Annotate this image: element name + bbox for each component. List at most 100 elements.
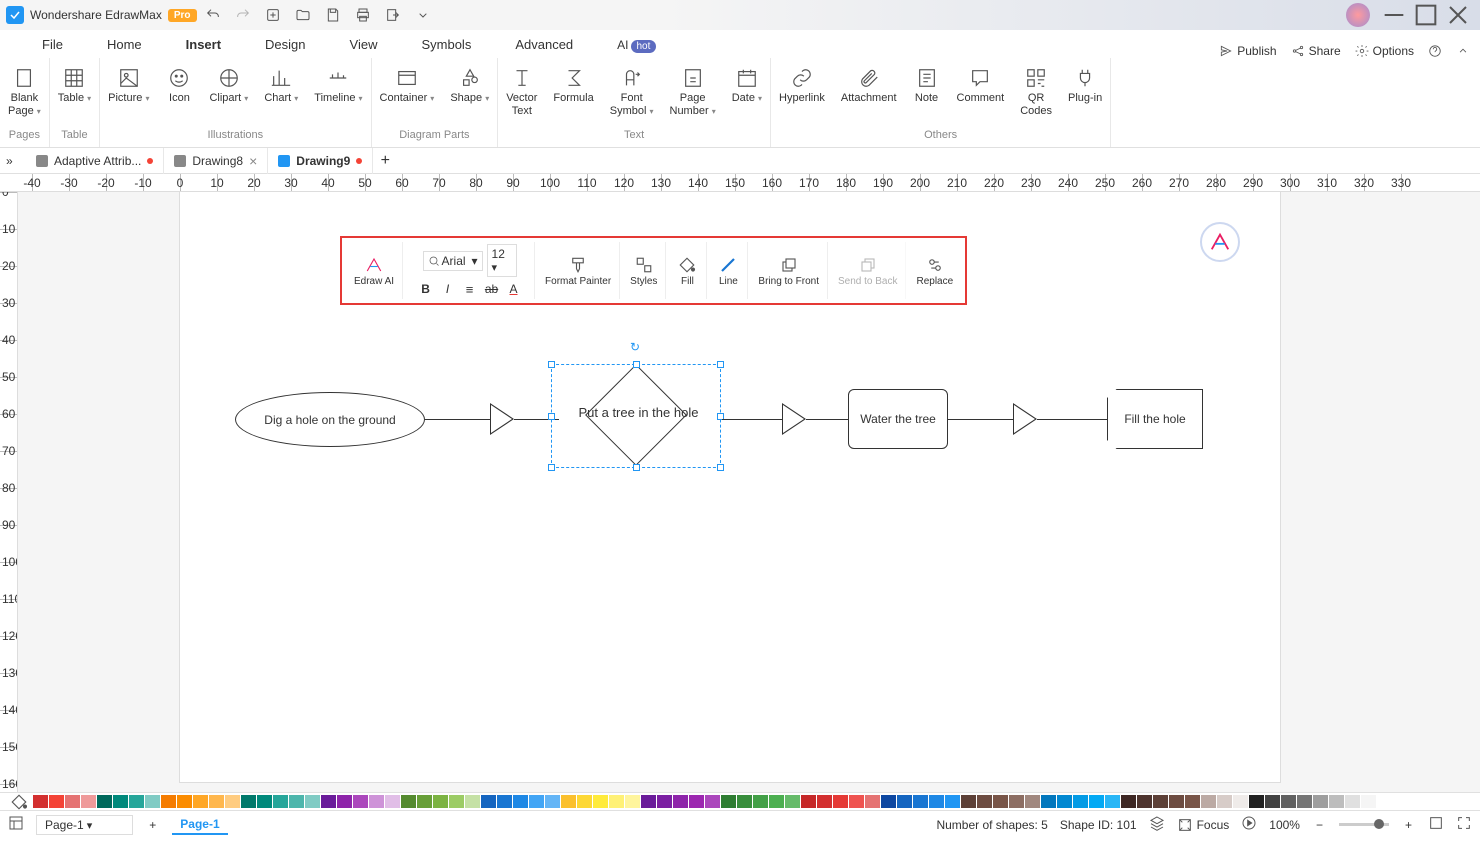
page-number-button[interactable]: Page Number ▾ bbox=[662, 62, 724, 122]
color-swatch[interactable] bbox=[1057, 795, 1072, 808]
color-swatch[interactable] bbox=[1217, 795, 1232, 808]
color-swatch[interactable] bbox=[337, 795, 352, 808]
color-swatch[interactable] bbox=[65, 795, 80, 808]
color-swatch[interactable] bbox=[1345, 795, 1360, 808]
shape-notch-4[interactable]: Fill the hole bbox=[1107, 389, 1203, 449]
color-swatch[interactable] bbox=[1089, 795, 1104, 808]
close-tab[interactable]: × bbox=[249, 153, 257, 169]
color-swatch[interactable] bbox=[1185, 795, 1200, 808]
color-swatch[interactable] bbox=[945, 795, 960, 808]
color-swatch[interactable] bbox=[1041, 795, 1056, 808]
doc-tab-0[interactable]: Adaptive Attrib... bbox=[26, 148, 164, 174]
color-swatch[interactable] bbox=[321, 795, 336, 808]
color-swatch[interactable] bbox=[1297, 795, 1312, 808]
color-swatch[interactable] bbox=[593, 795, 608, 808]
format-painter-button[interactable]: Format Painter bbox=[537, 242, 620, 299]
tab-file[interactable]: File bbox=[20, 31, 85, 58]
connector[interactable] bbox=[806, 419, 848, 420]
bold-button[interactable]: B bbox=[418, 281, 434, 297]
attachment-button[interactable]: Attachment bbox=[833, 62, 905, 109]
color-swatch[interactable] bbox=[1153, 795, 1168, 808]
expand-panel[interactable]: » bbox=[6, 154, 26, 168]
color-swatch[interactable] bbox=[257, 795, 272, 808]
color-swatch[interactable] bbox=[1009, 795, 1024, 808]
hyperlink-button[interactable]: Hyperlink bbox=[771, 62, 833, 109]
connector[interactable] bbox=[1037, 419, 1107, 420]
color-swatch[interactable] bbox=[529, 795, 544, 808]
active-page-tab[interactable]: Page-1 bbox=[172, 815, 227, 835]
new-button[interactable] bbox=[259, 1, 287, 29]
add-page-button[interactable]: + bbox=[145, 818, 160, 832]
color-swatch[interactable] bbox=[417, 795, 432, 808]
color-swatch[interactable] bbox=[1137, 795, 1152, 808]
comment-button[interactable]: Comment bbox=[949, 62, 1013, 109]
send-back-button[interactable]: Send to Back bbox=[830, 242, 906, 299]
zoom-in[interactable]: + bbox=[1401, 818, 1416, 832]
shape-button[interactable]: Shape ▾ bbox=[442, 62, 497, 109]
font-family-select[interactable]: Arial▾ bbox=[423, 251, 483, 271]
color-swatch[interactable] bbox=[513, 795, 528, 808]
color-swatch[interactable] bbox=[97, 795, 112, 808]
replace-button[interactable]: Replace bbox=[908, 242, 961, 299]
strike-button[interactable]: ab bbox=[484, 281, 500, 297]
shape-ellipse-1[interactable]: Dig a hole on the ground bbox=[235, 392, 425, 447]
color-swatch[interactable] bbox=[817, 795, 832, 808]
color-swatch[interactable] bbox=[545, 795, 560, 808]
color-swatch[interactable] bbox=[737, 795, 752, 808]
color-swatch[interactable] bbox=[241, 795, 256, 808]
collapse-ribbon[interactable] bbox=[1456, 44, 1470, 58]
color-swatch[interactable] bbox=[1025, 795, 1040, 808]
color-swatch[interactable] bbox=[497, 795, 512, 808]
timeline-button[interactable]: Timeline ▾ bbox=[306, 62, 370, 109]
fit-page-button[interactable] bbox=[1428, 815, 1444, 834]
color-swatch[interactable] bbox=[209, 795, 224, 808]
color-swatch[interactable] bbox=[305, 795, 320, 808]
present-button[interactable] bbox=[1241, 815, 1257, 834]
color-swatch[interactable] bbox=[401, 795, 416, 808]
zoom-slider[interactable] bbox=[1339, 823, 1389, 826]
color-swatch[interactable] bbox=[113, 795, 128, 808]
rotate-handle[interactable]: ↻ bbox=[630, 340, 644, 354]
canvas-area[interactable]: 0102030405060708090100110120130140150160… bbox=[0, 192, 1480, 792]
color-swatch[interactable] bbox=[689, 795, 704, 808]
color-swatch[interactable] bbox=[609, 795, 624, 808]
connector[interactable] bbox=[722, 419, 782, 420]
color-swatch[interactable] bbox=[801, 795, 816, 808]
color-swatch[interactable] bbox=[273, 795, 288, 808]
minimize-button[interactable] bbox=[1378, 1, 1410, 29]
color-swatch[interactable] bbox=[993, 795, 1008, 808]
connector[interactable] bbox=[425, 419, 490, 420]
color-swatch[interactable] bbox=[785, 795, 800, 808]
color-swatch[interactable] bbox=[753, 795, 768, 808]
color-swatch[interactable] bbox=[865, 795, 880, 808]
add-tab[interactable]: + bbox=[373, 152, 397, 170]
more-button[interactable] bbox=[409, 1, 437, 29]
line-button[interactable]: Line bbox=[709, 242, 748, 299]
color-swatch[interactable] bbox=[193, 795, 208, 808]
container-button[interactable]: Container ▾ bbox=[372, 62, 443, 109]
tab-insert[interactable]: Insert bbox=[164, 31, 243, 58]
font-color-button[interactable]: A bbox=[506, 281, 522, 297]
picture-button[interactable]: Picture ▾ bbox=[100, 62, 157, 109]
color-swatch[interactable] bbox=[561, 795, 576, 808]
export-button[interactable] bbox=[379, 1, 407, 29]
redo-button[interactable] bbox=[229, 1, 257, 29]
tab-view[interactable]: View bbox=[328, 31, 400, 58]
date-button[interactable]: Date ▾ bbox=[724, 62, 770, 109]
doc-tab-2[interactable]: Drawing9 bbox=[268, 148, 373, 174]
shape-rect-3[interactable]: Water the tree bbox=[848, 389, 948, 449]
publish-button[interactable]: Publish bbox=[1219, 44, 1276, 58]
color-swatch[interactable] bbox=[433, 795, 448, 808]
color-swatch[interactable] bbox=[1329, 795, 1344, 808]
color-swatch[interactable] bbox=[897, 795, 912, 808]
color-swatch[interactable] bbox=[769, 795, 784, 808]
color-swatch[interactable] bbox=[177, 795, 192, 808]
color-swatch[interactable] bbox=[977, 795, 992, 808]
color-swatch[interactable] bbox=[641, 795, 656, 808]
note-button[interactable]: Note bbox=[905, 62, 949, 109]
color-swatch[interactable] bbox=[1201, 795, 1216, 808]
tab-design[interactable]: Design bbox=[243, 31, 327, 58]
color-swatch[interactable] bbox=[161, 795, 176, 808]
edraw-ai-button[interactable]: Edraw AI bbox=[346, 242, 403, 299]
clipart-button[interactable]: Clipart ▾ bbox=[201, 62, 256, 109]
